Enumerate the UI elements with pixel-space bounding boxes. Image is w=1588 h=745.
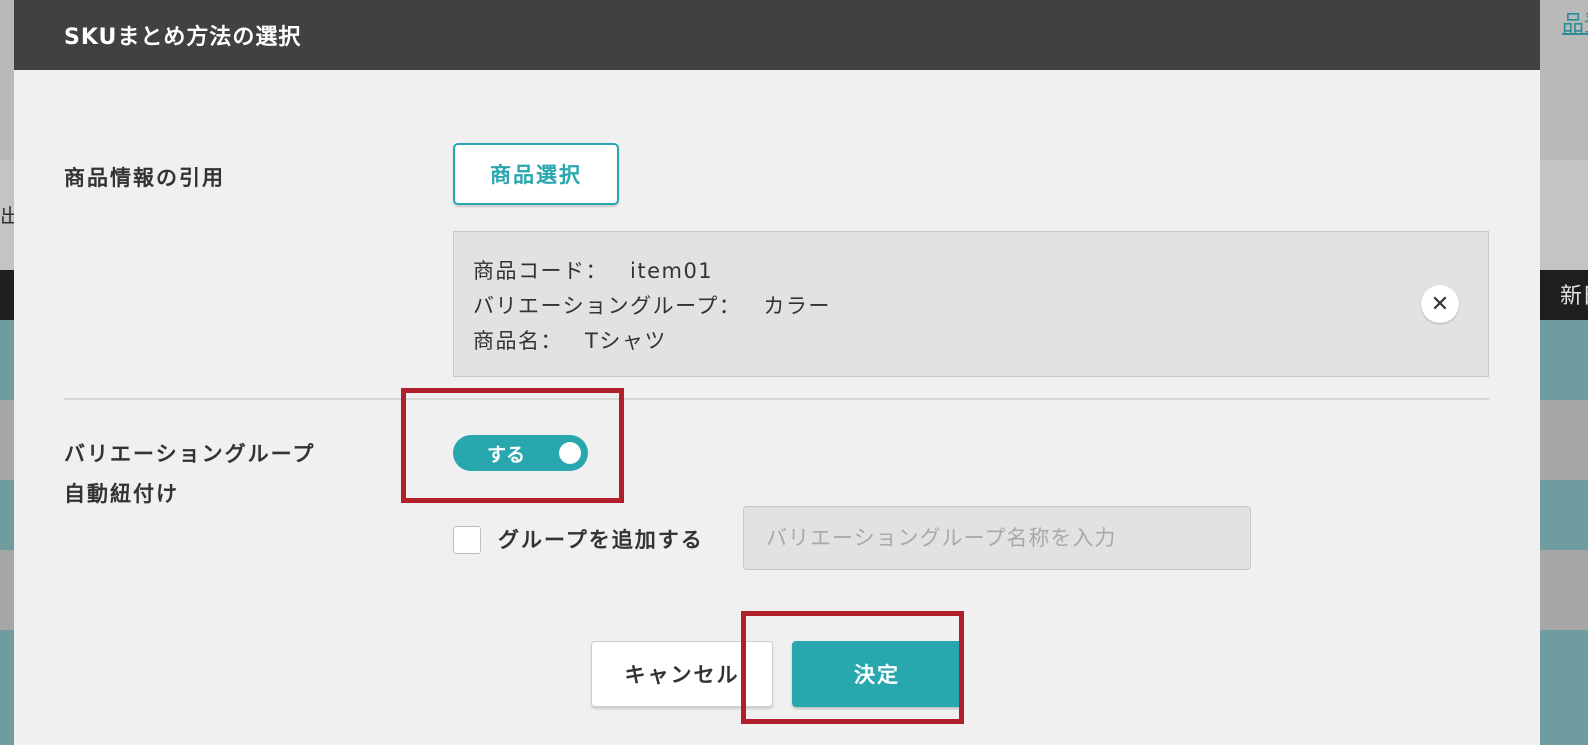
product-name-line: 商品名： Tシャツ <box>473 324 1488 359</box>
product-name-label: 商品名： <box>473 329 563 353</box>
product-code-line: 商品コード： item01 <box>473 254 1488 289</box>
product-select-button[interactable]: 商品選択 <box>453 143 619 205</box>
variation-group-label: バリエーショングループ： <box>473 294 742 318</box>
close-icon: ✕ <box>1430 291 1450 317</box>
product-code-label: 商品コード： <box>473 259 608 283</box>
add-group-label[interactable]: グループを追加する <box>498 520 704 560</box>
section-divider <box>64 398 1489 400</box>
auto-link-label-line1: バリエーショングループ <box>64 442 316 466</box>
variation-group-value: カラー <box>763 294 831 318</box>
group-name-input[interactable] <box>743 506 1251 570</box>
cancel-button[interactable]: キャンセル <box>591 641 773 707</box>
auto-link-toggle[interactable]: する <box>453 435 588 471</box>
dialog-header: SKUまとめ方法の選択 <box>14 0 1540 70</box>
product-info-box: 商品コード： item01 バリエーショングループ： カラー 商品名： Tシャツ ✕ <box>453 231 1489 377</box>
product-code-value: item01 <box>630 259 714 283</box>
product-name-value: Tシャツ <box>585 329 667 353</box>
auto-link-label-line2: 自動紐付け <box>64 482 179 506</box>
clear-product-button[interactable]: ✕ <box>1421 285 1459 323</box>
background-header-text-peek: 新日 <box>1560 284 1588 309</box>
add-group-checkbox[interactable] <box>453 526 481 554</box>
sku-merge-dialog: SKUまとめ方法の選択 商品情報の引用 商品選択 商品コード： item01 バリ… <box>14 0 1540 745</box>
dialog-title: SKUまとめ方法の選択 <box>64 25 302 50</box>
toggle-label: する <box>487 443 526 466</box>
toggle-knob <box>559 442 581 464</box>
confirm-button[interactable]: 決定 <box>792 641 962 707</box>
variation-group-line: バリエーショングループ： カラー <box>473 289 1488 324</box>
background-text-peek: 出 <box>0 204 14 228</box>
product-quote-label: 商品情報の引用 <box>64 166 225 190</box>
auto-link-label: バリエーショングループ 自動紐付け <box>64 434 315 514</box>
background-link-peek: 品登 <box>1562 12 1588 37</box>
